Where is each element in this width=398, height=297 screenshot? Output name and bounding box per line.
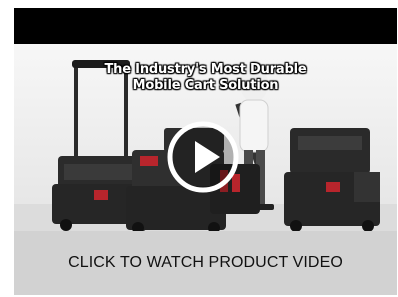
watch-video-button[interactable]: CLICK TO WATCH PRODUCT VIDEO bbox=[14, 231, 397, 295]
video-thumbnail[interactable]: The Industry's Most Durable Mobile Cart … bbox=[14, 44, 397, 231]
overlay-title-line-2: Mobile Cart Solution bbox=[132, 78, 279, 93]
video-header-bar bbox=[14, 8, 397, 44]
play-icon[interactable] bbox=[166, 120, 240, 194]
video-overlay-title: The Industry's Most Durable Mobile Cart … bbox=[14, 62, 397, 94]
right-cart bbox=[284, 128, 380, 231]
watch-video-label: CLICK TO WATCH PRODUCT VIDEO bbox=[68, 254, 343, 271]
product-video-widget[interactable]: The Industry's Most Durable Mobile Cart … bbox=[14, 8, 397, 295]
overlay-title-line-1: The Industry's Most Durable bbox=[104, 62, 307, 77]
